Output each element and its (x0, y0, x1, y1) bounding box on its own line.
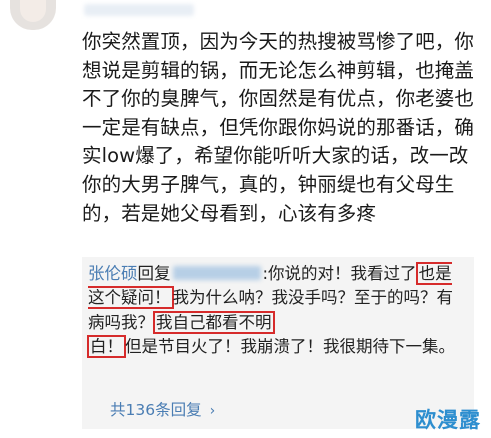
comment-text: 你突然置顶，因为今天的热搜被骂惨了吧，你想说是剪辑的锅，而无论怎么神剪辑，也掩盖… (82, 30, 475, 225)
highlight-box-2b: 白！ (87, 335, 126, 359)
avatar-face (20, 0, 46, 22)
user-avatar[interactable] (10, 0, 56, 30)
replies-count-label: 共136条回复 (110, 401, 202, 419)
reply-text-part1: :你说的对！我看过了 (262, 264, 417, 283)
reply-text: 张伦硕回复:你说的对！我看过了 也是这个疑问！ 我为什么呐？我没手吗？至于的吗？有病… (87, 262, 468, 360)
reply-action-text: 回复 (137, 264, 171, 283)
highlight-box-2a: 我自己都看不明 (153, 310, 275, 334)
blurred-replied-user (172, 266, 261, 280)
blurred-username (84, 4, 194, 16)
watermark-logo: 欧漫露 (415, 408, 481, 432)
view-replies-link[interactable]: 共136条回复 › (110, 398, 215, 420)
reply-author-link[interactable]: 张伦硕 (88, 264, 138, 283)
reply-text-part3: 但是节目火了！我崩溃了！我很期待下一集。 (125, 337, 455, 357)
chevron-right-icon: › (209, 403, 216, 419)
